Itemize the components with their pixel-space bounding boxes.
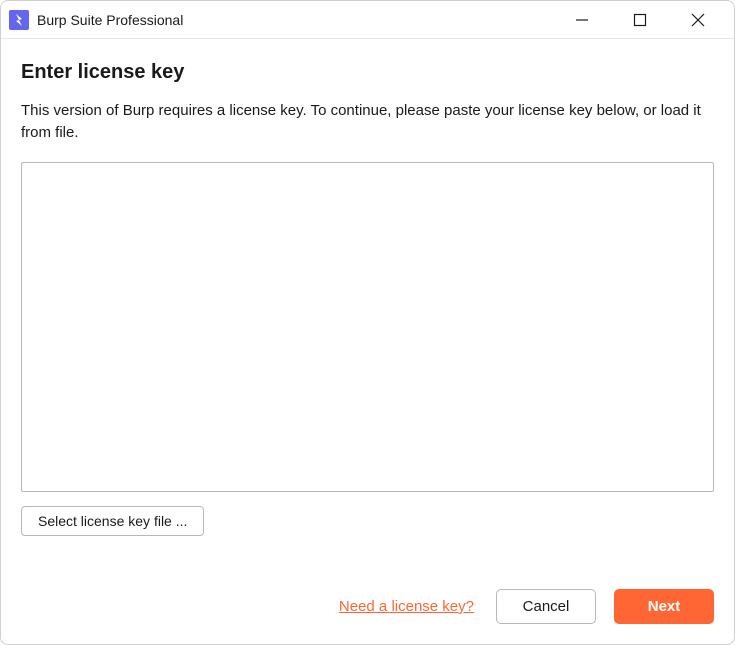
maximize-icon — [633, 13, 647, 27]
need-license-key-link[interactable]: Need a license key? — [339, 598, 474, 615]
minimize-icon — [575, 13, 589, 27]
footer: Need a license key? Cancel Next — [1, 573, 734, 644]
content-area: Enter license key This version of Burp r… — [1, 39, 734, 573]
page-heading: Enter license key — [21, 61, 714, 84]
select-license-file-button[interactable]: Select license key file ... — [21, 506, 204, 536]
license-key-textarea[interactable] — [21, 162, 714, 492]
next-button[interactable]: Next — [614, 589, 714, 624]
cancel-button[interactable]: Cancel — [496, 589, 596, 624]
window-title: Burp Suite Professional — [37, 12, 562, 28]
window-frame: Burp Suite Professional Enter license k — [0, 0, 735, 645]
description-text: This version of Burp requires a license … — [21, 100, 714, 144]
maximize-button[interactable] — [620, 5, 660, 35]
app-icon — [9, 10, 29, 30]
minimize-button[interactable] — [562, 5, 602, 35]
window-controls — [562, 5, 730, 35]
titlebar: Burp Suite Professional — [1, 1, 734, 39]
close-icon — [691, 13, 705, 27]
close-button[interactable] — [678, 5, 718, 35]
